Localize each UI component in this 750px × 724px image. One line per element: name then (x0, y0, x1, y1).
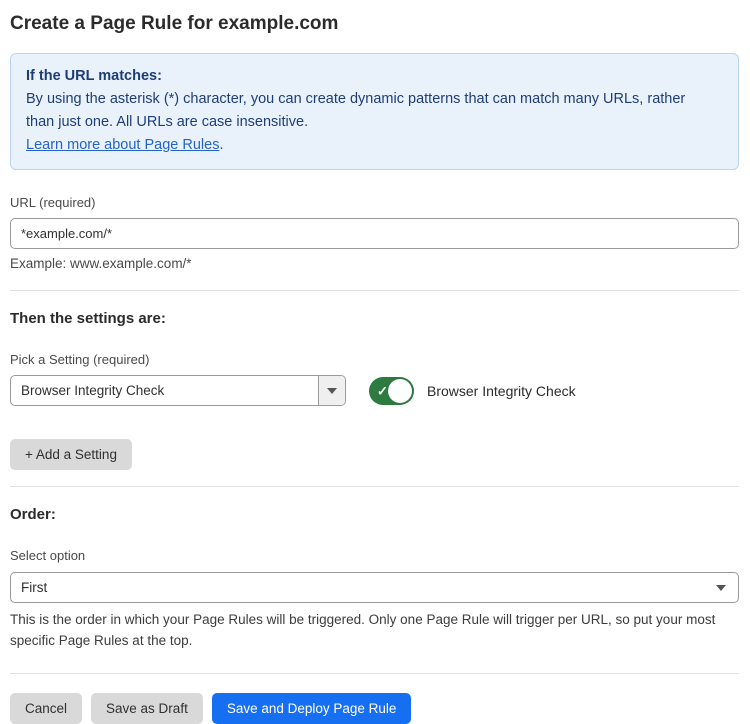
section-divider (10, 290, 739, 291)
order-section-heading: Order: (10, 506, 739, 523)
save-as-draft-button[interactable]: Save as Draft (91, 693, 203, 724)
select-option-label: Select option (10, 548, 739, 563)
add-setting-button[interactable]: + Add a Setting (10, 439, 132, 470)
setting-select[interactable]: Browser Integrity Check (10, 375, 346, 406)
section-divider (10, 486, 739, 487)
pick-setting-label: Pick a Setting (required) (10, 352, 739, 367)
create-page-rule-form: Create a Page Rule for example.com If th… (0, 0, 750, 724)
save-and-deploy-button[interactable]: Save and Deploy Page Rule (212, 693, 412, 724)
order-select-wrap: First (10, 572, 739, 603)
url-matches-info-box: If the URL matches: By using the asteris… (10, 53, 739, 170)
order-select-arrow (716, 573, 738, 602)
url-input[interactable] (10, 218, 739, 249)
settings-section-heading: Then the settings are: (10, 310, 739, 327)
setting-select-value: Browser Integrity Check (11, 376, 318, 405)
footer-actions: Cancel Save as Draft Save and Deploy Pag… (10, 693, 739, 724)
info-box-link-line: Learn more about Page Rules. (26, 134, 723, 157)
info-box-body: By using the asterisk (*) character, you… (26, 88, 686, 134)
url-field-label: URL (required) (10, 195, 739, 210)
chevron-down-icon (327, 388, 337, 394)
order-select[interactable]: First (10, 572, 739, 603)
cancel-button[interactable]: Cancel (10, 693, 82, 724)
footer-divider (10, 673, 739, 674)
check-icon: ✓ (377, 384, 388, 397)
browser-integrity-check-toggle[interactable]: ✓ (369, 377, 414, 405)
setting-row: Browser Integrity Check ✓ Browser Integr… (10, 375, 739, 406)
setting-toggle-group: ✓ Browser Integrity Check (369, 377, 576, 405)
page-title: Create a Page Rule for example.com (10, 12, 739, 36)
url-example-text: Example: www.example.com/* (10, 256, 739, 271)
toggle-label: Browser Integrity Check (427, 383, 576, 399)
order-select-value: First (11, 573, 716, 602)
chevron-down-icon (716, 585, 726, 591)
learn-more-link[interactable]: Learn more about Page Rules (26, 137, 219, 153)
info-box-heading: If the URL matches: (26, 65, 723, 88)
setting-select-arrow-button[interactable] (318, 376, 345, 405)
order-help-text: This is the order in which your Page Rul… (10, 609, 730, 651)
toggle-knob (388, 379, 412, 403)
link-period: . (219, 137, 223, 153)
